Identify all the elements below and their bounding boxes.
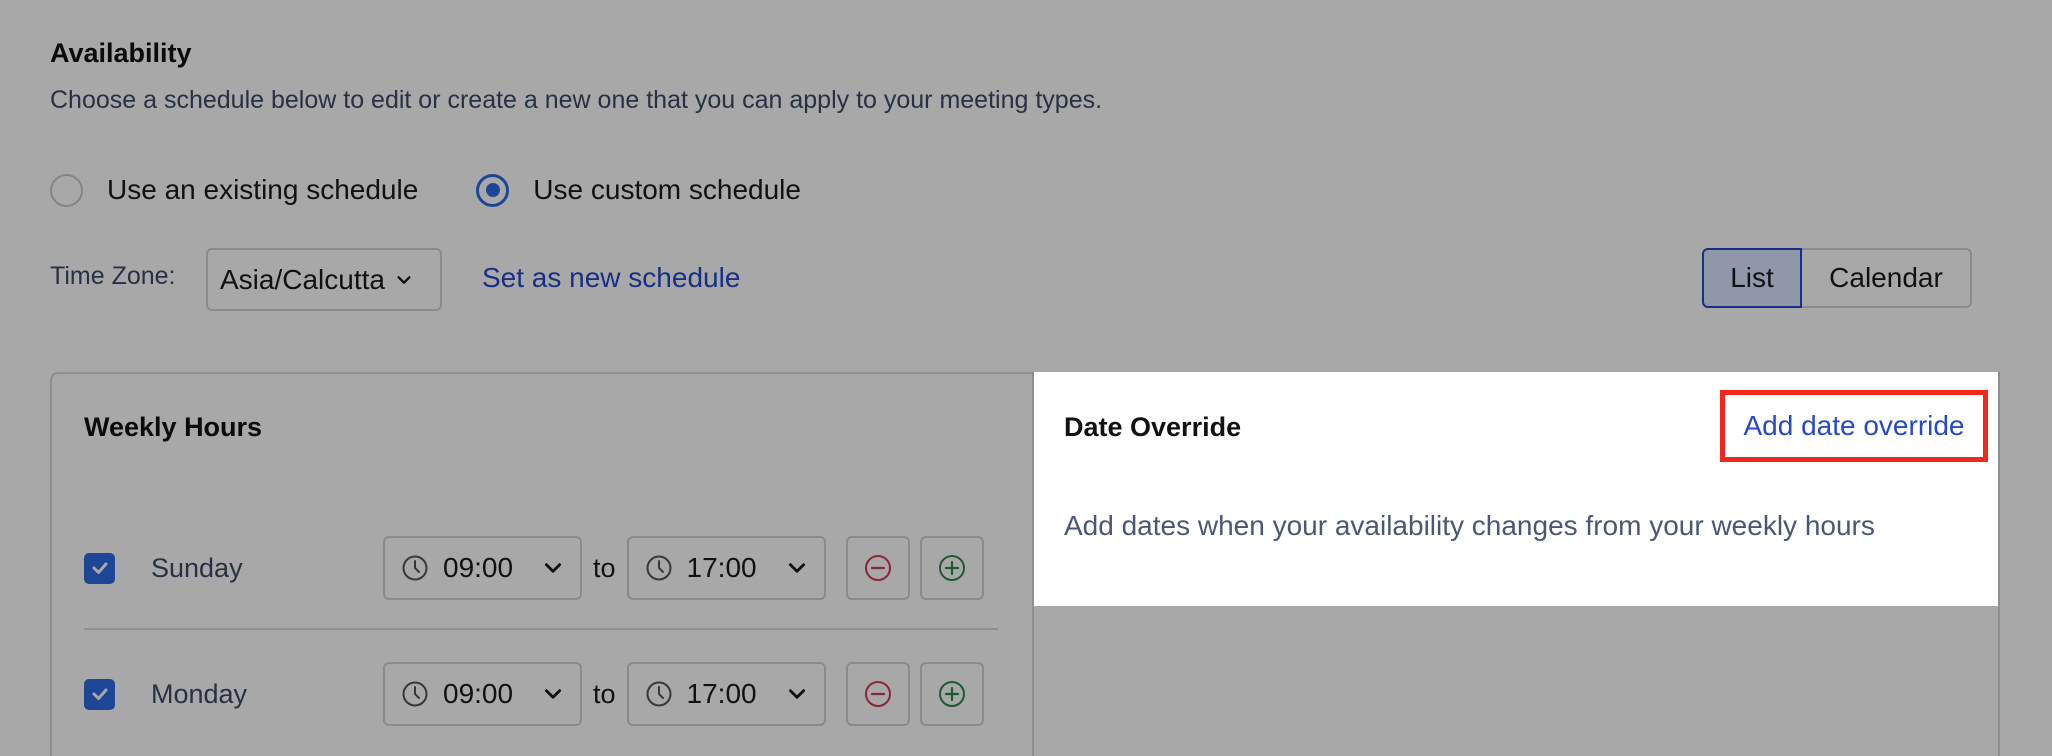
date-override-title: Date Override (1064, 412, 1242, 442)
add-date-override-link[interactable]: Add date override (1720, 390, 1988, 462)
date-override-card: Date Override Add date override Add date… (1034, 372, 1998, 606)
date-override-description: Add dates when your availability changes… (1064, 510, 1875, 541)
